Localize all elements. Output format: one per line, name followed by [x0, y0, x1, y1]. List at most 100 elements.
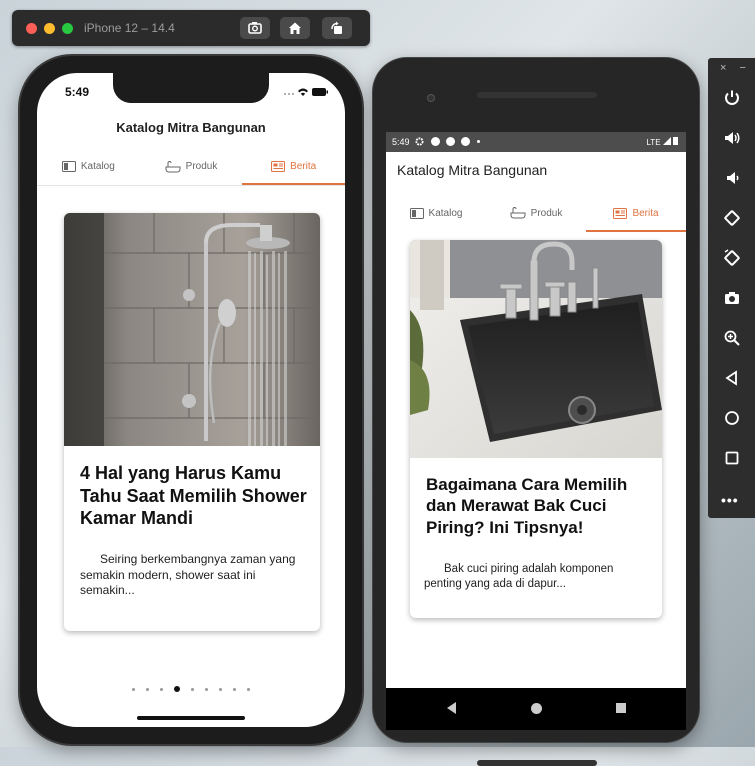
- android-device: 5:49 LTE Katalog Mitra Bangunan Katalog …: [373, 58, 699, 766]
- emulator-toolbar: × − •••: [708, 58, 755, 518]
- overview-icon: [725, 451, 739, 465]
- back-button[interactable]: [720, 366, 744, 390]
- bottom-speaker: [477, 760, 597, 766]
- tab-katalog[interactable]: Katalog: [37, 148, 140, 185]
- app-title: Katalog Mitra Bangunan: [116, 120, 266, 135]
- tab-berita[interactable]: Berita: [586, 194, 686, 232]
- article-excerpt: Bak cuci piring adalah komponen penting …: [424, 563, 614, 590]
- tab-label: Katalog: [80, 161, 115, 172]
- settings-icon: [415, 137, 424, 146]
- earpiece: [477, 92, 597, 98]
- tab-berita[interactable]: Berita: [242, 148, 345, 185]
- iphone-device: 5:49 Katalog Mitra Bangunan Katalog Prod…: [20, 56, 362, 744]
- home-button[interactable]: [280, 17, 310, 39]
- tab-label: Katalog: [428, 207, 463, 219]
- zoom-icon: [724, 330, 740, 346]
- nav-back-button[interactable]: [447, 702, 456, 714]
- tab-bar: Katalog Produk Berita: [37, 148, 345, 186]
- cellular-icon: [284, 93, 294, 95]
- kitchen-sink-photo: [410, 240, 662, 458]
- news-card[interactable]: 4 Hal yang Harus Kamu Tahu Saat Memilih …: [64, 213, 320, 631]
- simulator-titlebar: iPhone 12 – 14.4: [12, 10, 370, 46]
- home-indicator[interactable]: [137, 716, 245, 720]
- page-dot[interactable]: [160, 687, 163, 691]
- article-title: Bagaimana Cara Memilih dan Merawat Bak C…: [426, 475, 628, 537]
- shower-photo: [64, 213, 320, 446]
- tab-bar: Katalog Produk Berita: [386, 194, 686, 232]
- nav-recents-button[interactable]: [616, 703, 626, 713]
- more-notifications-dot: [477, 140, 480, 143]
- home-button[interactable]: [720, 406, 744, 430]
- overview-button[interactable]: [720, 446, 744, 470]
- network-status: LTE: [646, 137, 678, 147]
- bathtub-icon: [165, 160, 181, 172]
- notification-dot: [446, 137, 455, 146]
- tab-label: Berita: [290, 161, 317, 172]
- page-dot[interactable]: [146, 687, 149, 691]
- tab-produk[interactable]: Produk: [486, 194, 586, 232]
- tab-produk[interactable]: Produk: [140, 148, 243, 185]
- more-options-button[interactable]: •••: [721, 492, 739, 508]
- rotate-button[interactable]: [322, 17, 352, 39]
- front-camera: [427, 94, 435, 102]
- news-icon: [613, 207, 628, 219]
- rotate-left-button[interactable]: [720, 206, 744, 230]
- article-title: 4 Hal yang Harus Kamu Tahu Saat Memilih …: [80, 463, 307, 528]
- power-button[interactable]: [720, 86, 744, 110]
- status-time: 5:49: [392, 137, 410, 147]
- back-icon: [725, 370, 737, 386]
- page-dot[interactable]: [191, 687, 194, 691]
- close-emulator-button[interactable]: ×: [720, 62, 726, 74]
- page-dot[interactable]: [205, 687, 208, 691]
- rotate-right-icon: [724, 249, 740, 266]
- page-dot[interactable]: [233, 687, 236, 691]
- volume-up-icon: [725, 132, 740, 144]
- minimize-window-button[interactable]: [44, 23, 55, 34]
- status-time: 5:49: [65, 85, 90, 99]
- news-card[interactable]: Bagaimana Cara Memilih dan Merawat Bak C…: [410, 240, 662, 618]
- zoom-button[interactable]: [720, 326, 744, 350]
- take-screenshot-button[interactable]: [720, 286, 744, 310]
- home-icon: [725, 411, 739, 425]
- news-icon: [271, 161, 286, 172]
- close-window-button[interactable]: [26, 23, 37, 34]
- battery-icon: [312, 88, 328, 96]
- notification-dot: [461, 137, 470, 146]
- rotate-icon: [331, 21, 342, 34]
- wifi-icon: [298, 88, 308, 96]
- tab-label: Produk: [185, 161, 218, 172]
- article-excerpt: Seiring berkembangnya zaman yang semakin…: [80, 552, 296, 598]
- tab-katalog[interactable]: Katalog: [386, 194, 486, 232]
- catalog-icon: [61, 161, 76, 172]
- battery-icon: [673, 137, 678, 145]
- page-dot[interactable]: [247, 687, 250, 691]
- catalog-icon: [409, 207, 424, 219]
- notch: [113, 73, 269, 103]
- simulator-title: iPhone 12 – 14.4: [84, 21, 175, 35]
- screenshot-icon: [248, 22, 262, 34]
- home-icon: [289, 22, 301, 34]
- status-icons: [283, 85, 329, 103]
- camera-icon: [725, 292, 739, 304]
- page-dot[interactable]: [219, 687, 222, 691]
- power-icon: [725, 90, 739, 105]
- minimize-emulator-button[interactable]: −: [740, 62, 746, 74]
- notification-dot: [431, 137, 440, 146]
- nav-home-button[interactable]: [531, 703, 542, 714]
- iphone-screen: 5:49 Katalog Mitra Bangunan Katalog Prod…: [37, 73, 345, 727]
- signal-icon: [662, 137, 671, 145]
- rotate-left-icon: [724, 210, 740, 226]
- page-indicator: [37, 686, 345, 692]
- page-dot[interactable]: [132, 687, 135, 691]
- rotate-right-button[interactable]: [720, 246, 744, 270]
- page-dot-active[interactable]: [174, 686, 180, 692]
- tab-label: Produk: [530, 207, 563, 219]
- volume-up-button[interactable]: [720, 126, 744, 150]
- android-screen: 5:49 LTE Katalog Mitra Bangunan Katalog …: [386, 132, 686, 688]
- android-status-bar: 5:49 LTE: [386, 132, 686, 152]
- volume-down-button[interactable]: [720, 166, 744, 190]
- bathtub-icon: [510, 207, 526, 219]
- emulator-window-controls: × −: [720, 62, 746, 74]
- zoom-window-button[interactable]: [62, 23, 73, 34]
- screenshot-button[interactable]: [240, 17, 270, 39]
